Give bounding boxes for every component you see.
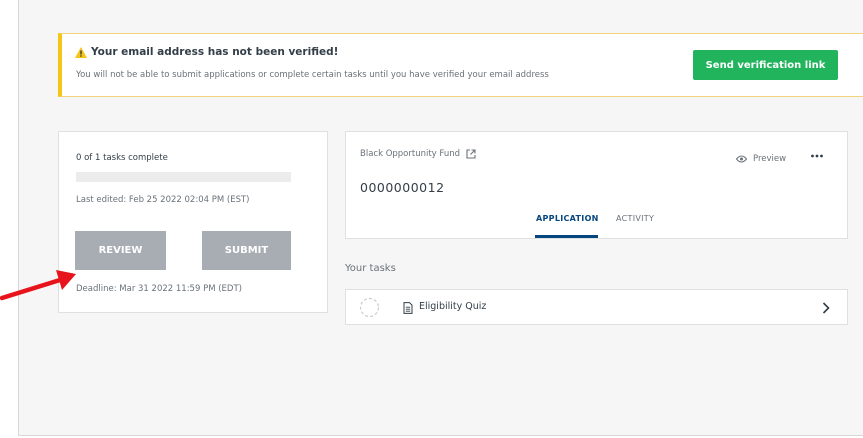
annotation-arrow-icon <box>0 270 76 301</box>
alert-title-row: Your email address has not been verified… <box>75 46 338 58</box>
tab-activity[interactable]: ACTIVITY <box>616 214 654 223</box>
document-icon <box>403 302 413 314</box>
task-name: Eligibility Quiz <box>419 301 487 312</box>
email-verification-alert: Your email address has not been verified… <box>58 33 863 97</box>
warning-icon <box>75 46 87 58</box>
preview-label: Preview <box>753 154 787 164</box>
application-card: Black Opportunity Fund 0000000012 Previe… <box>345 131 848 239</box>
review-button[interactable]: REVIEW <box>75 231 166 270</box>
fund-name-row[interactable]: Black Opportunity Fund <box>360 149 476 159</box>
tab-application[interactable]: APPLICATION <box>536 214 599 223</box>
application-id: 0000000012 <box>360 180 445 195</box>
active-tab-indicator <box>535 235 598 238</box>
preview-link[interactable]: Preview <box>736 154 786 164</box>
eye-icon <box>736 155 747 163</box>
alert-message: You will not be able to submit applicati… <box>76 70 549 80</box>
your-tasks-heading: Your tasks <box>345 263 396 274</box>
tasks-progress-bar <box>76 172 291 182</box>
tasks-complete-text: 0 of 1 tasks complete <box>76 153 168 163</box>
task-status-incomplete-icon <box>359 297 380 318</box>
chevron-right-icon[interactable] <box>822 302 830 314</box>
send-verification-link-button[interactable]: Send verification link <box>693 50 838 80</box>
progress-card: 0 of 1 tasks complete Last edited: Feb 2… <box>58 131 328 313</box>
more-options-icon[interactable] <box>810 150 824 162</box>
page-viewport: Your email address has not been verified… <box>18 0 863 436</box>
last-edited-text: Last edited: Feb 25 2022 02:04 PM (EST) <box>76 195 250 205</box>
submit-button[interactable]: SUBMIT <box>202 231 291 270</box>
task-row-eligibility-quiz[interactable]: Eligibility Quiz <box>345 289 848 325</box>
fund-name: Black Opportunity Fund <box>360 149 461 159</box>
external-link-icon[interactable] <box>466 149 476 159</box>
deadline-text: Deadline: Mar 31 2022 11:59 PM (EDT) <box>76 284 242 294</box>
alert-title: Your email address has not been verified… <box>91 46 339 58</box>
